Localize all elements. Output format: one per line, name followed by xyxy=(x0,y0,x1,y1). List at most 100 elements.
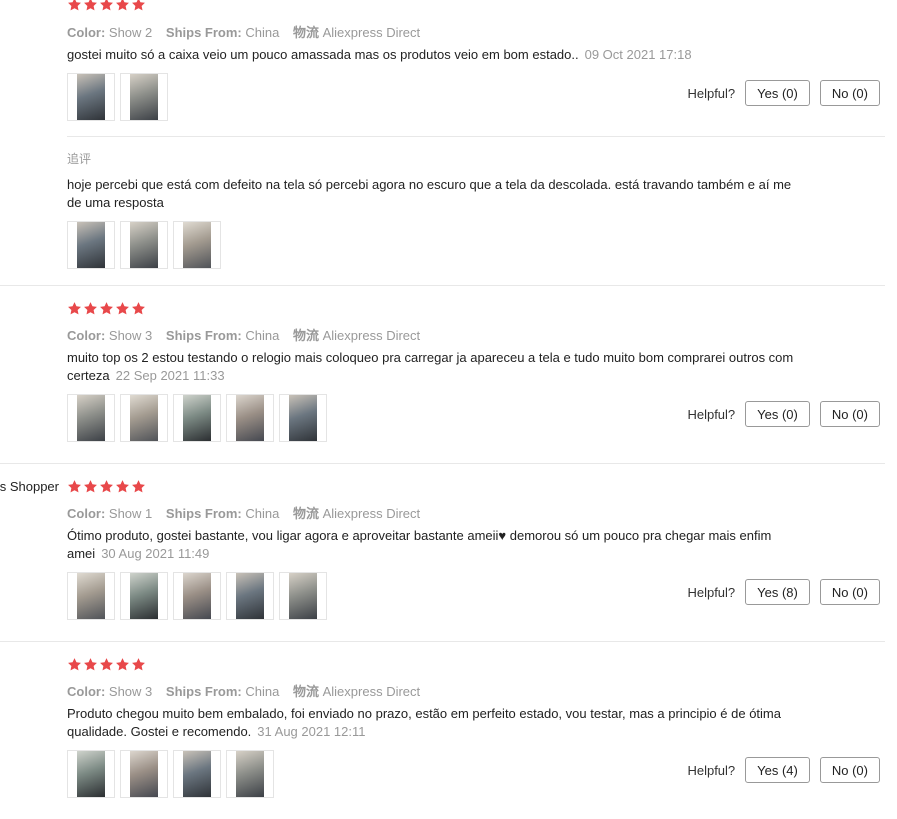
star-icon xyxy=(100,658,113,671)
review-image-thumbnail[interactable] xyxy=(173,572,221,620)
photo-icon xyxy=(236,573,264,619)
review-image-thumbnail[interactable] xyxy=(279,394,327,442)
color-value: Show 3 xyxy=(108,328,153,343)
helpful-vote: Helpful? Yes (0) No (0) xyxy=(687,401,880,427)
helpful-label: Helpful? xyxy=(687,85,736,101)
followup-text: hoje percebi que está com defeito na tel… xyxy=(67,177,792,210)
review-image-thumbnail[interactable] xyxy=(173,394,221,442)
star-icon xyxy=(132,658,145,671)
review-meta: Color: Show 3 Ships From: China 物流 Aliex… xyxy=(67,325,430,344)
star-icon xyxy=(100,302,113,315)
review-image-thumbnail[interactable] xyxy=(120,73,168,121)
review-body: gostei muito só a caixa veio um pouco am… xyxy=(67,47,579,62)
helpful-vote: Helpful? Yes (8) No (0) xyxy=(687,579,880,605)
review-text: Produto chegou muito bem embalado, foi e… xyxy=(67,705,797,741)
review-image-thumbnail[interactable] xyxy=(226,572,274,620)
ships-from-label: Ships From: xyxy=(165,506,242,521)
ships-from-value: China xyxy=(245,328,280,343)
logistics-value: Aliexpress Direct xyxy=(322,328,421,343)
review-image-thumbnail[interactable] xyxy=(120,221,168,269)
photo-icon xyxy=(77,222,105,268)
review-date: 30 Aug 2021 11:49 xyxy=(101,546,210,561)
photo-icon xyxy=(130,395,158,441)
review-image-thumbnail[interactable] xyxy=(120,572,168,620)
star-icon xyxy=(100,0,113,11)
review-date: 31 Aug 2021 12:11 xyxy=(257,724,366,739)
helpful-yes-button[interactable]: Yes (0) xyxy=(745,80,810,106)
review-images xyxy=(67,750,274,798)
color-label: Color: xyxy=(67,684,106,699)
star-icon xyxy=(132,302,145,315)
review-image-thumbnail[interactable] xyxy=(67,750,115,798)
ships-from-label: Ships From: xyxy=(165,684,242,699)
star-rating xyxy=(67,657,146,673)
star-icon xyxy=(116,480,129,493)
star-icon xyxy=(68,480,81,493)
photo-icon xyxy=(130,573,158,619)
photo-icon xyxy=(77,74,105,120)
review-image-thumbnail[interactable] xyxy=(120,394,168,442)
review-image-thumbnail[interactable] xyxy=(120,750,168,798)
color-value: Show 3 xyxy=(108,684,153,699)
reviews-list: Color: Show 2 Ships From: China 物流 Aliex… xyxy=(0,0,897,819)
helpful-label: Helpful? xyxy=(687,406,736,422)
review-image-thumbnail[interactable] xyxy=(226,750,274,798)
review-image-thumbnail[interactable] xyxy=(226,394,274,442)
logistics-label: 物流 xyxy=(292,684,319,699)
helpful-no-button[interactable]: No (0) xyxy=(819,401,880,427)
ships-from-value: China xyxy=(245,684,280,699)
helpful-label: Helpful? xyxy=(687,762,736,778)
star-icon xyxy=(84,480,97,493)
ships-from-value: China xyxy=(245,506,280,521)
star-icon xyxy=(132,480,145,493)
photo-icon xyxy=(130,222,158,268)
star-icon xyxy=(116,658,129,671)
review-image-thumbnail[interactable] xyxy=(279,572,327,620)
divider xyxy=(67,136,885,137)
logistics-value: Aliexpress Direct xyxy=(322,25,421,40)
review-image-thumbnail[interactable] xyxy=(173,750,221,798)
helpful-no-button[interactable]: No (0) xyxy=(819,80,880,106)
helpful-vote: Helpful? Yes (0) No (0) xyxy=(687,80,880,106)
helpful-vote: Helpful? Yes (4) No (0) xyxy=(687,757,880,783)
photo-icon xyxy=(236,751,264,797)
ships-from-label: Ships From: xyxy=(165,328,242,343)
divider xyxy=(0,463,885,464)
followup-label: 追评 xyxy=(67,152,92,166)
star-rating xyxy=(67,0,146,13)
star-icon xyxy=(116,0,129,11)
photo-icon xyxy=(183,395,211,441)
ships-from-label: Ships From: xyxy=(165,25,242,40)
photo-icon xyxy=(236,395,264,441)
helpful-no-button[interactable]: No (0) xyxy=(819,757,880,783)
star-icon xyxy=(68,302,81,315)
star-rating xyxy=(67,479,146,495)
followup-images xyxy=(67,221,221,269)
star-icon xyxy=(84,302,97,315)
color-value: Show 2 xyxy=(108,25,153,40)
review-text: gostei muito só a caixa veio um pouco am… xyxy=(67,46,797,64)
photo-icon xyxy=(183,222,211,268)
ships-from-value: China xyxy=(245,25,280,40)
photo-icon xyxy=(183,573,211,619)
review-image-thumbnail[interactable] xyxy=(67,221,115,269)
review-image-thumbnail[interactable] xyxy=(173,221,221,269)
star-icon xyxy=(132,0,145,11)
divider xyxy=(0,285,885,286)
review-date: 22 Sep 2021 11:33 xyxy=(115,368,225,383)
star-icon xyxy=(84,658,97,671)
review-text: Ótimo produto, gostei bastante, vou liga… xyxy=(67,527,797,563)
helpful-yes-button[interactable]: Yes (8) xyxy=(745,579,810,605)
review-date: 09 Oct 2021 17:18 xyxy=(584,47,692,62)
helpful-yes-button[interactable]: Yes (0) xyxy=(745,401,810,427)
review-image-thumbnail[interactable] xyxy=(67,572,115,620)
color-label: Color: xyxy=(67,25,106,40)
review-image-thumbnail[interactable] xyxy=(67,394,115,442)
review-image-thumbnail[interactable] xyxy=(67,73,115,121)
photo-icon xyxy=(130,751,158,797)
helpful-yes-button[interactable]: Yes (4) xyxy=(745,757,810,783)
photo-icon xyxy=(77,573,105,619)
helpful-no-button[interactable]: No (0) xyxy=(819,579,880,605)
logistics-value: Aliexpress Direct xyxy=(322,506,421,521)
photo-icon xyxy=(77,751,105,797)
